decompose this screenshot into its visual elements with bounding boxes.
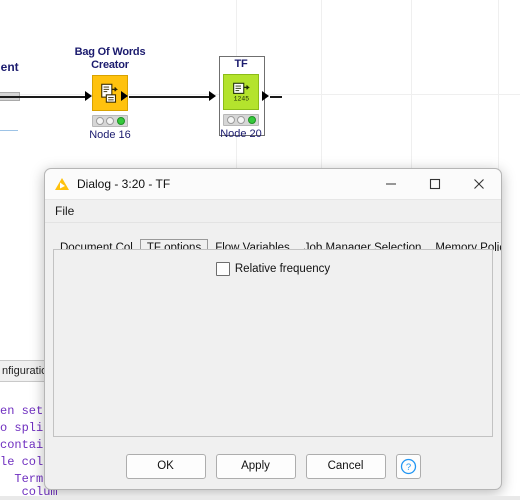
node-icon-box[interactable]: 1245 [223,74,259,110]
code-line: en set [0,404,44,418]
menu-item-file[interactable]: File [49,204,80,218]
close-button[interactable] [457,170,501,199]
term-frequency-icon: 1245 [233,82,250,102]
screen: ment Bag Of Words Creator [0,0,520,500]
cancel-button[interactable]: Cancel [305,453,386,479]
workflow-node-tf[interactable]: TF 1245 Node 20 [197,58,285,140]
status-led [116,117,125,125]
code-line: o spli [0,421,44,435]
status-led [237,116,245,124]
close-icon [474,179,484,189]
code-view[interactable]: o spli [0,420,43,437]
dialog-menubar[interactable]: File [45,200,501,223]
ok-button[interactable]: OK [125,453,206,479]
tf-options-panel: Relative frequency [53,249,493,437]
maximize-icon [429,178,441,190]
output-port-node20[interactable] [262,91,269,101]
relative-frequency-label: Relative frequency [234,263,331,275]
status-led [106,117,114,125]
node-label: Node 16 [89,129,131,141]
status-led [247,116,256,124]
dialog-title: Dialog - 3:20 - TF [77,177,171,191]
status-led [95,117,104,125]
relative-frequency-row[interactable]: Relative frequency [54,262,492,276]
dialog-titlebar[interactable]: Dialog - 3:20 - TF [45,169,501,200]
left-selection-line [0,130,18,131]
code-view[interactable]: le col [0,454,43,471]
node-label: Node 20 [220,128,262,140]
maximize-button[interactable] [413,170,457,199]
tf-configuration-dialog[interactable]: Dialog - 3:20 - TF File Document Col TF … [44,168,502,490]
minimize-button[interactable] [369,170,413,199]
node-status-leds [92,115,128,127]
code-line: le col [0,455,44,469]
code-view[interactable]: contai [0,437,43,454]
output-port-node16[interactable] [121,91,128,101]
apply-button[interactable]: Apply [215,453,296,479]
status-led [226,116,235,124]
left-node-title-fragment: ment [0,60,19,74]
help-circle-icon: ? [400,458,416,474]
bag-of-words-icon [101,83,118,103]
knime-triangle-icon [55,178,69,190]
dialog-button-bar: OK Apply Cancel ? [45,443,501,489]
svg-text:1245: 1245 [234,95,250,102]
code-view[interactable]: en set [0,403,43,420]
console-tab-label: nfiguratio [2,365,48,377]
node-title: TF [234,58,248,70]
minimize-icon [386,183,396,185]
code-line: contai [0,438,44,452]
help-button[interactable]: ? [395,453,421,479]
connection-edge[interactable] [270,96,282,98]
node-title: Bag Of Words Creator [74,46,146,71]
workflow-node-bag-of-words-creator[interactable]: Bag Of Words Creator Node 16 [66,46,154,141]
node-status-leds [223,114,259,126]
relative-frequency-checkbox[interactable] [215,262,230,276]
bottom-strip [0,496,520,500]
svg-text:?: ? [405,462,410,473]
